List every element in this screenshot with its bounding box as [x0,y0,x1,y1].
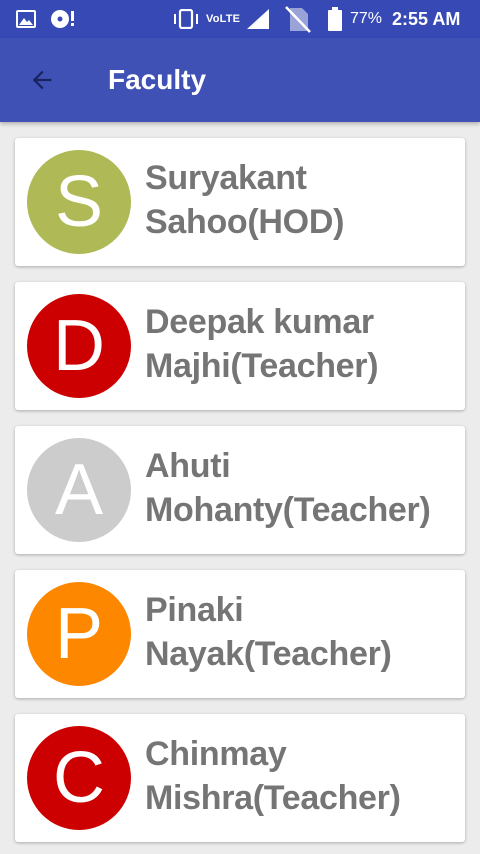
vibrate-icon [172,0,200,38]
avatar: P [27,582,131,686]
faculty-card[interactable]: S Suryakant Sahoo(HOD) [15,138,465,266]
gallery-icon [16,0,36,38]
avatar: C [27,726,131,830]
network-type-label: VoLTE [206,13,241,25]
faculty-card[interactable]: A Ahuti Mohanty(Teacher) [15,426,465,554]
battery-percent: 77% [350,10,383,27]
avatar: A [27,438,131,542]
app-bar: Faculty [0,38,480,122]
faculty-name: Chinmay Mishra(Teacher) [145,735,401,817]
no-sim-icon [284,0,312,38]
faculty-card[interactable]: P Pinaki Nayak(Teacher) [15,570,465,698]
page-title: Faculty [108,64,207,95]
arrow-back-icon [32,70,52,90]
back-button[interactable] [20,58,64,102]
status-bar: VoLTE 77% 2:55 AM [0,0,480,38]
clock: 2:55 AM [392,8,461,29]
battery-icon [328,0,342,38]
faculty-name: Suryakant Sahoo(HOD) [145,159,345,241]
faculty-name: Pinaki Nayak(Teacher) [145,591,392,673]
faculty-name: Deepak kumar Majhi(Teacher) [145,303,379,385]
faculty-list[interactable]: S Suryakant Sahoo(HOD) D Deepak kumar Ma… [0,122,480,854]
faculty-card[interactable]: D Deepak kumar Majhi(Teacher) [15,282,465,410]
signal-icon [246,0,270,38]
avatar: D [27,294,131,398]
faculty-card[interactable]: C Chinmay Mishra(Teacher) [15,714,465,842]
disc-alert-icon [50,0,76,38]
avatar: S [27,150,131,254]
faculty-name: Ahuti Mohanty(Teacher) [145,447,431,529]
